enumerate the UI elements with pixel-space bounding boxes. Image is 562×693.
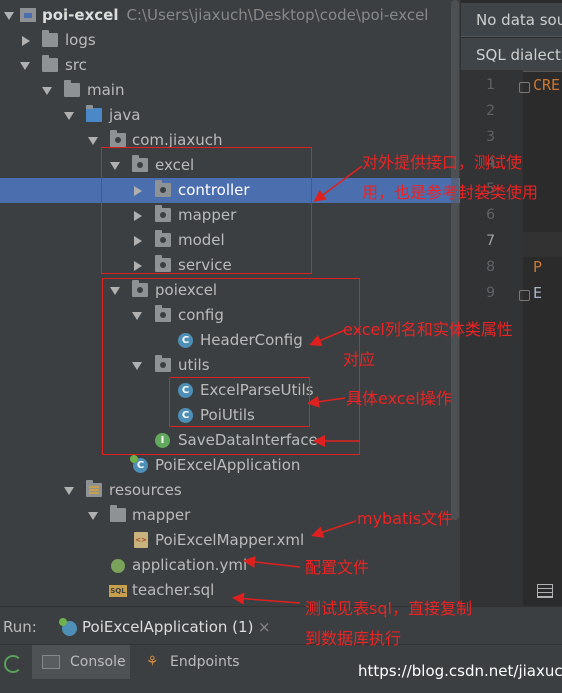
tree-item-label: PoiExcelMapper.xml: [155, 531, 305, 549]
tree-item-main[interactable]: main: [0, 78, 460, 103]
tab-label: Console: [70, 654, 126, 670]
line-number: 6: [486, 207, 495, 223]
datasource-banner[interactable]: No data sou: [461, 3, 562, 37]
tree-item-label: logs: [65, 31, 96, 49]
yml-file-icon: [111, 559, 125, 573]
folder-icon: [64, 80, 80, 97]
tree-item-label: resources: [109, 481, 182, 499]
tree-item-logs[interactable]: logs: [0, 28, 460, 53]
folder-icon: [42, 55, 58, 72]
expand-arrow-icon[interactable]: [42, 87, 52, 95]
line-number: 7: [486, 233, 495, 249]
current-line-highlight: [523, 232, 562, 257]
tree-item-label: java: [109, 106, 141, 124]
annotation-box-excel: [101, 147, 312, 274]
expand-arrow-icon[interactable]: [88, 137, 98, 145]
expand-arrow-icon[interactable]: [20, 62, 30, 70]
source-folder-icon: [86, 105, 102, 122]
run-label: Run:: [3, 618, 37, 636]
tree-item-label: src: [65, 56, 87, 74]
annotation-sql: 测试见表sql，直接复制到数据库执行: [305, 599, 472, 648]
tree-item-label: PoiExcelApplication: [155, 456, 301, 474]
root-name: poi-excel: [42, 6, 119, 24]
line-number: 3: [486, 129, 495, 145]
annotation-box-poiexcel: [102, 278, 360, 455]
module-icon: [20, 8, 36, 22]
annotation-config: 配置文件: [305, 558, 370, 577]
console-icon: [42, 655, 60, 669]
tab-label: Endpoints: [170, 654, 240, 670]
tree-root[interactable]: poi-excel C:\Users\jiaxuch\Desktop\code\p…: [0, 3, 460, 28]
folder-icon: [42, 30, 58, 47]
tree-item-label: main: [87, 81, 125, 99]
root-path: C:\Users\jiaxuch\Desktop\code\poi-excel: [126, 6, 429, 24]
tree-item-java[interactable]: java: [0, 103, 460, 128]
annotation-utils: 具体excel操作: [346, 389, 452, 408]
tree-item-resources[interactable]: resources: [0, 478, 460, 503]
sql-editor[interactable]: No data sou SQL dialect 1 2 3 4 5 6 7 8 …: [460, 0, 562, 606]
expand-arrow-icon[interactable]: [88, 512, 98, 520]
tree-scrollbar[interactable]: [451, 0, 459, 520]
tab-console[interactable]: Console: [32, 645, 130, 679]
table-icon[interactable]: [537, 584, 553, 598]
tab-endpoints[interactable]: ⚘ Endpoints: [146, 645, 256, 679]
run-config-tab[interactable]: PoiExcelApplication (1): [82, 607, 253, 647]
code-line-1: CRE: [533, 76, 561, 94]
line-number: 9: [486, 285, 495, 301]
tree-item-label: application.yml: [132, 556, 248, 574]
spring-app-icon: [59, 618, 77, 636]
line-number: 1: [486, 77, 495, 93]
rerun-icon[interactable]: [4, 655, 22, 673]
tree-item-label: mapper: [132, 506, 191, 524]
endpoints-icon: ⚘: [146, 654, 159, 670]
package-icon: [110, 130, 126, 147]
tree-item-application-yml[interactable]: application.yml: [0, 553, 460, 578]
code-line-9: E: [533, 284, 543, 302]
line-number: 2: [486, 103, 495, 119]
code-line-8: P: [533, 258, 543, 276]
watermark: https://blog.csdn.net/jiaxuch: [358, 662, 562, 680]
tree-item-label: teacher.sql: [132, 581, 215, 599]
expand-arrow-icon[interactable]: [64, 112, 74, 120]
tree-item-src[interactable]: src: [0, 53, 460, 78]
annotation-header: excel列名和实体类属性对应: [343, 320, 513, 369]
spring-app-icon: C: [130, 455, 148, 473]
xml-file-icon: <>: [134, 532, 148, 548]
fold-marker-icon[interactable]: [519, 290, 530, 301]
annotation-box-utils: [169, 377, 310, 427]
dialect-banner[interactable]: SQL dialect: [461, 38, 562, 72]
expand-arrow-icon[interactable]: [4, 12, 14, 20]
folder-icon: [110, 505, 126, 522]
expand-arrow-icon[interactable]: [64, 487, 74, 495]
fold-marker-icon[interactable]: [519, 82, 530, 93]
resources-folder-icon: [86, 480, 102, 497]
collapse-arrow-icon[interactable]: [22, 36, 30, 46]
annotation-excel: 对外提供接口，测试使用，也是参考封装类使用: [362, 153, 539, 202]
close-icon[interactable]: ×: [258, 607, 271, 647]
tree-item-poiexcelapplication[interactable]: C PoiExcelApplication: [0, 453, 460, 478]
annotation-mybatis: mybatis文件: [357, 509, 454, 528]
sql-file-icon: SQL: [109, 585, 127, 597]
line-number: 8: [486, 259, 495, 275]
